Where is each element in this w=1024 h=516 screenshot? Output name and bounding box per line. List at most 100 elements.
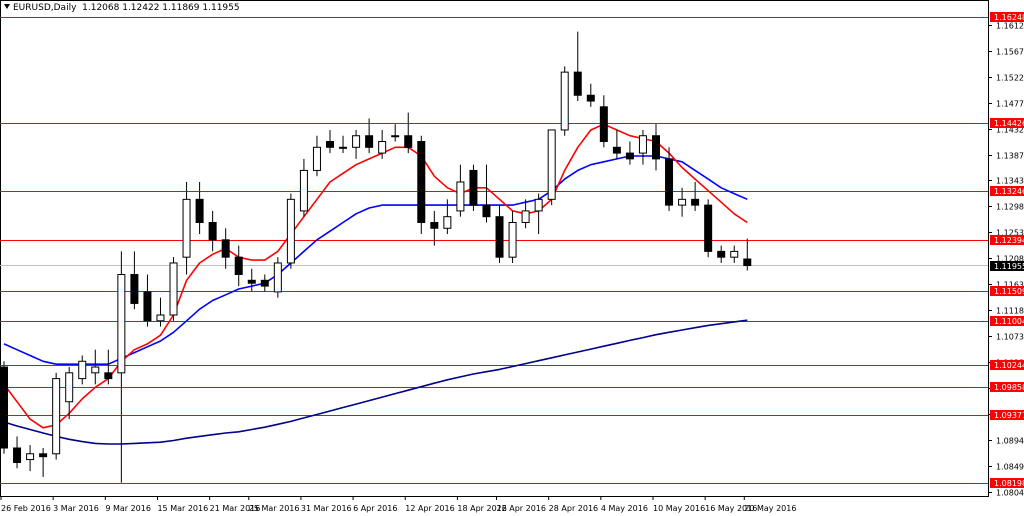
candle-body xyxy=(391,135,400,138)
price-tick-label: 1.13870 xyxy=(996,152,1024,161)
candle-body xyxy=(156,314,165,322)
level-tag-label: 1.09377 xyxy=(994,411,1024,420)
candle-body xyxy=(143,291,152,322)
date-tick-label: 9 Mar 2016 xyxy=(105,504,151,513)
ma-slow-line xyxy=(3,319,748,445)
candle-body xyxy=(339,146,348,149)
level-tag-label: 1.12394 xyxy=(994,236,1024,245)
candle-body xyxy=(678,198,687,206)
price-tick-label: 1.14770 xyxy=(996,100,1024,109)
candle-body xyxy=(352,135,361,148)
price-tick-label: 1.11180 xyxy=(996,307,1024,316)
date-tick-label: 10 May 2016 xyxy=(653,504,705,513)
current-price-tag-label: 1.11955 xyxy=(994,262,1024,271)
candle-body xyxy=(260,279,269,287)
date-tick-label: 28 Apr 2016 xyxy=(549,504,598,513)
moving-averages xyxy=(3,123,748,445)
candle-body xyxy=(717,250,726,258)
level-tag-label: 1.10244 xyxy=(994,361,1024,370)
candle-body xyxy=(443,216,452,229)
candle-body xyxy=(13,447,22,463)
candle-body xyxy=(508,221,517,258)
price-tick-label: 1.08940 xyxy=(996,437,1024,446)
candle-body xyxy=(117,274,126,374)
candle-body xyxy=(573,71,582,96)
time-axis: 26 Feb 2016 3 Mar 2016 9 Mar 2016 15 Mar 20… xyxy=(0,496,796,513)
level-tag-label: 1.09858 xyxy=(994,383,1024,392)
date-tick-label: 15 Mar 2016 xyxy=(157,504,208,513)
candle-body xyxy=(547,129,556,200)
price-tick-label: 1.15670 xyxy=(996,48,1024,57)
price-axis: 1.161201.156701.152201.147701.143201.138… xyxy=(988,12,1024,498)
horizontal-levels xyxy=(0,17,988,484)
candle-body xyxy=(273,262,282,293)
candle-body xyxy=(730,250,739,258)
level-tag-label: 1.13246 xyxy=(994,187,1024,196)
candle-body xyxy=(208,221,217,241)
candle-body xyxy=(482,204,491,218)
level-tag-label: 1.08198 xyxy=(994,479,1024,488)
candle-body xyxy=(665,158,674,206)
candle-body xyxy=(286,198,295,264)
candle-body xyxy=(39,453,48,458)
candle-body xyxy=(612,146,621,154)
candle-body xyxy=(247,279,256,284)
candle-body xyxy=(469,169,478,206)
candle-body xyxy=(91,366,100,374)
candle-body xyxy=(78,360,87,380)
candle-body xyxy=(417,141,426,223)
candle-body xyxy=(599,106,608,143)
level-tag-label: 1.11509 xyxy=(994,287,1024,296)
level-tag-label: 1.16248 xyxy=(994,13,1024,22)
price-tick-label: 1.08490 xyxy=(996,463,1024,472)
candle-body xyxy=(743,258,752,267)
date-tick-label: 25 Mar 2016 xyxy=(249,504,300,513)
candle-body xyxy=(495,216,504,258)
plot-frame xyxy=(0,0,989,497)
candle-body xyxy=(312,146,321,171)
price-tick-label: 1.13430 xyxy=(996,177,1024,186)
price-tick-label: 1.10730 xyxy=(996,333,1024,342)
candle-body xyxy=(65,372,74,403)
date-tick-label: 6 Apr 2016 xyxy=(353,504,397,513)
candle-body xyxy=(534,198,543,212)
ma-fast-line xyxy=(3,123,748,429)
candle-body xyxy=(52,378,61,455)
date-tick-label: 12 Apr 2016 xyxy=(405,504,454,513)
candle-body xyxy=(456,181,465,212)
candle-body xyxy=(104,372,113,380)
candle-body xyxy=(326,141,334,148)
candle-body xyxy=(299,169,308,212)
price-chart[interactable]: 1.161201.156701.152201.147701.143201.138… xyxy=(0,0,1024,516)
candle-body xyxy=(638,135,647,154)
candle-body xyxy=(704,204,713,252)
candle-body xyxy=(378,141,387,154)
candle-body xyxy=(365,135,374,148)
candle-body xyxy=(169,262,178,316)
price-tick-label: 1.12980 xyxy=(996,203,1024,212)
level-tag-label: 1.11004 xyxy=(994,317,1024,326)
date-tick-label: 22 Apr 2016 xyxy=(497,504,546,513)
candle-body xyxy=(234,256,243,276)
candle-body xyxy=(404,135,413,148)
candle-body xyxy=(521,210,530,223)
candle-body xyxy=(0,366,8,449)
candle-body xyxy=(182,198,191,258)
price-tick-label: 1.16120 xyxy=(996,22,1024,31)
date-tick-label: 3 Mar 2016 xyxy=(53,504,99,513)
candle-body xyxy=(26,453,35,461)
candle-body xyxy=(652,135,660,160)
candle-body xyxy=(586,94,595,102)
candle-body xyxy=(560,71,569,131)
date-tick-label: 31 Mar 2016 xyxy=(301,504,352,513)
ma-mid-line xyxy=(3,155,748,366)
candle-body xyxy=(430,221,439,229)
candle-body xyxy=(195,198,204,223)
candle-body xyxy=(691,198,700,206)
level-tag-label: 1.14426 xyxy=(994,119,1024,128)
candle-body xyxy=(130,274,139,304)
date-tick-label: 4 May 2016 xyxy=(601,504,648,513)
candle-body xyxy=(221,239,230,258)
price-tick-label: 1.08040 xyxy=(996,489,1024,498)
date-tick-label: 20 May 2016 xyxy=(744,504,796,513)
